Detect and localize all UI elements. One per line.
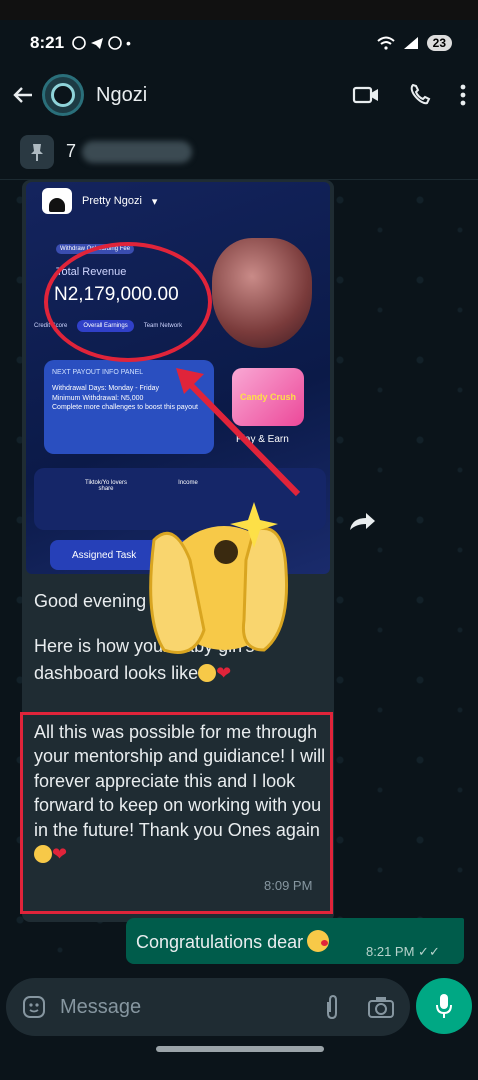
outgoing-text: Congratulations dear <box>136 932 304 952</box>
telegram-icon <box>91 38 104 49</box>
more-options-icon[interactable] <box>460 84 466 106</box>
camera-icon[interactable] <box>368 996 394 1018</box>
sticker-icon[interactable] <box>22 995 46 1019</box>
mic-button[interactable] <box>416 978 472 1034</box>
annotation-circle <box>44 242 212 362</box>
status-bar: 8:21 • 23 <box>0 20 478 66</box>
notification-icons: • <box>72 35 131 51</box>
pinned-redacted <box>82 140 193 163</box>
annotation-box <box>20 712 333 914</box>
message-composer: Message <box>0 970 478 1046</box>
outgoing-timestamp: 8:21 PM ✓✓ <box>366 944 440 960</box>
avatar[interactable] <box>42 74 84 116</box>
ss-user: Pretty Ngozi ▾ <box>42 188 157 214</box>
whatsapp-icon-2 <box>108 36 122 50</box>
annotation-arrow <box>176 368 301 497</box>
forward-icon[interactable] <box>348 510 378 534</box>
ss-dropdown-icon: ▾ <box>151 195 158 208</box>
attach-icon[interactable] <box>324 994 340 1020</box>
chat-header: Ngozi <box>0 66 478 124</box>
microphone-icon <box>436 994 452 1018</box>
see-no-evil-emoji-icon <box>149 502 288 654</box>
pinned-message-bar[interactable]: 7 <box>0 124 478 180</box>
ss-heart-image <box>212 238 312 348</box>
whatsapp-icon <box>72 36 86 50</box>
message-placeholder: Message <box>60 995 142 1018</box>
chat-area[interactable]: Pretty Ngozi ▾ Withdraw Onboarding Fee T… <box>0 180 478 970</box>
voice-call-icon[interactable] <box>408 83 432 107</box>
wifi-icon <box>376 36 395 50</box>
back-arrow-icon[interactable] <box>12 84 34 106</box>
top-frame <box>0 0 478 20</box>
pin-icon <box>20 134 54 169</box>
home-gesture-pill[interactable] <box>156 1046 324 1052</box>
battery-badge: 23 <box>426 35 452 51</box>
ss-row-item: Tiktok/Yo lovers share <box>85 480 127 492</box>
ss-avatar <box>42 188 72 214</box>
status-time: 8:21 <box>30 33 65 52</box>
outgoing-message-text: Congratulations dear <box>136 930 330 953</box>
read-receipt-icon: ✓✓ <box>418 944 440 959</box>
avatar-headphones-icon <box>51 83 75 107</box>
video-call-icon[interactable] <box>352 84 380 106</box>
dot-icon: • <box>126 35 131 51</box>
kiss-face-icon <box>307 930 330 952</box>
contact-name[interactable]: Ngozi <box>96 84 147 107</box>
message-input[interactable]: Message <box>6 978 410 1036</box>
ss-username: Pretty Ngozi <box>82 195 142 207</box>
pinned-text: 7 <box>66 141 77 161</box>
outgoing-time: 8:21 PM <box>366 944 415 959</box>
signal-icon <box>403 37 418 49</box>
